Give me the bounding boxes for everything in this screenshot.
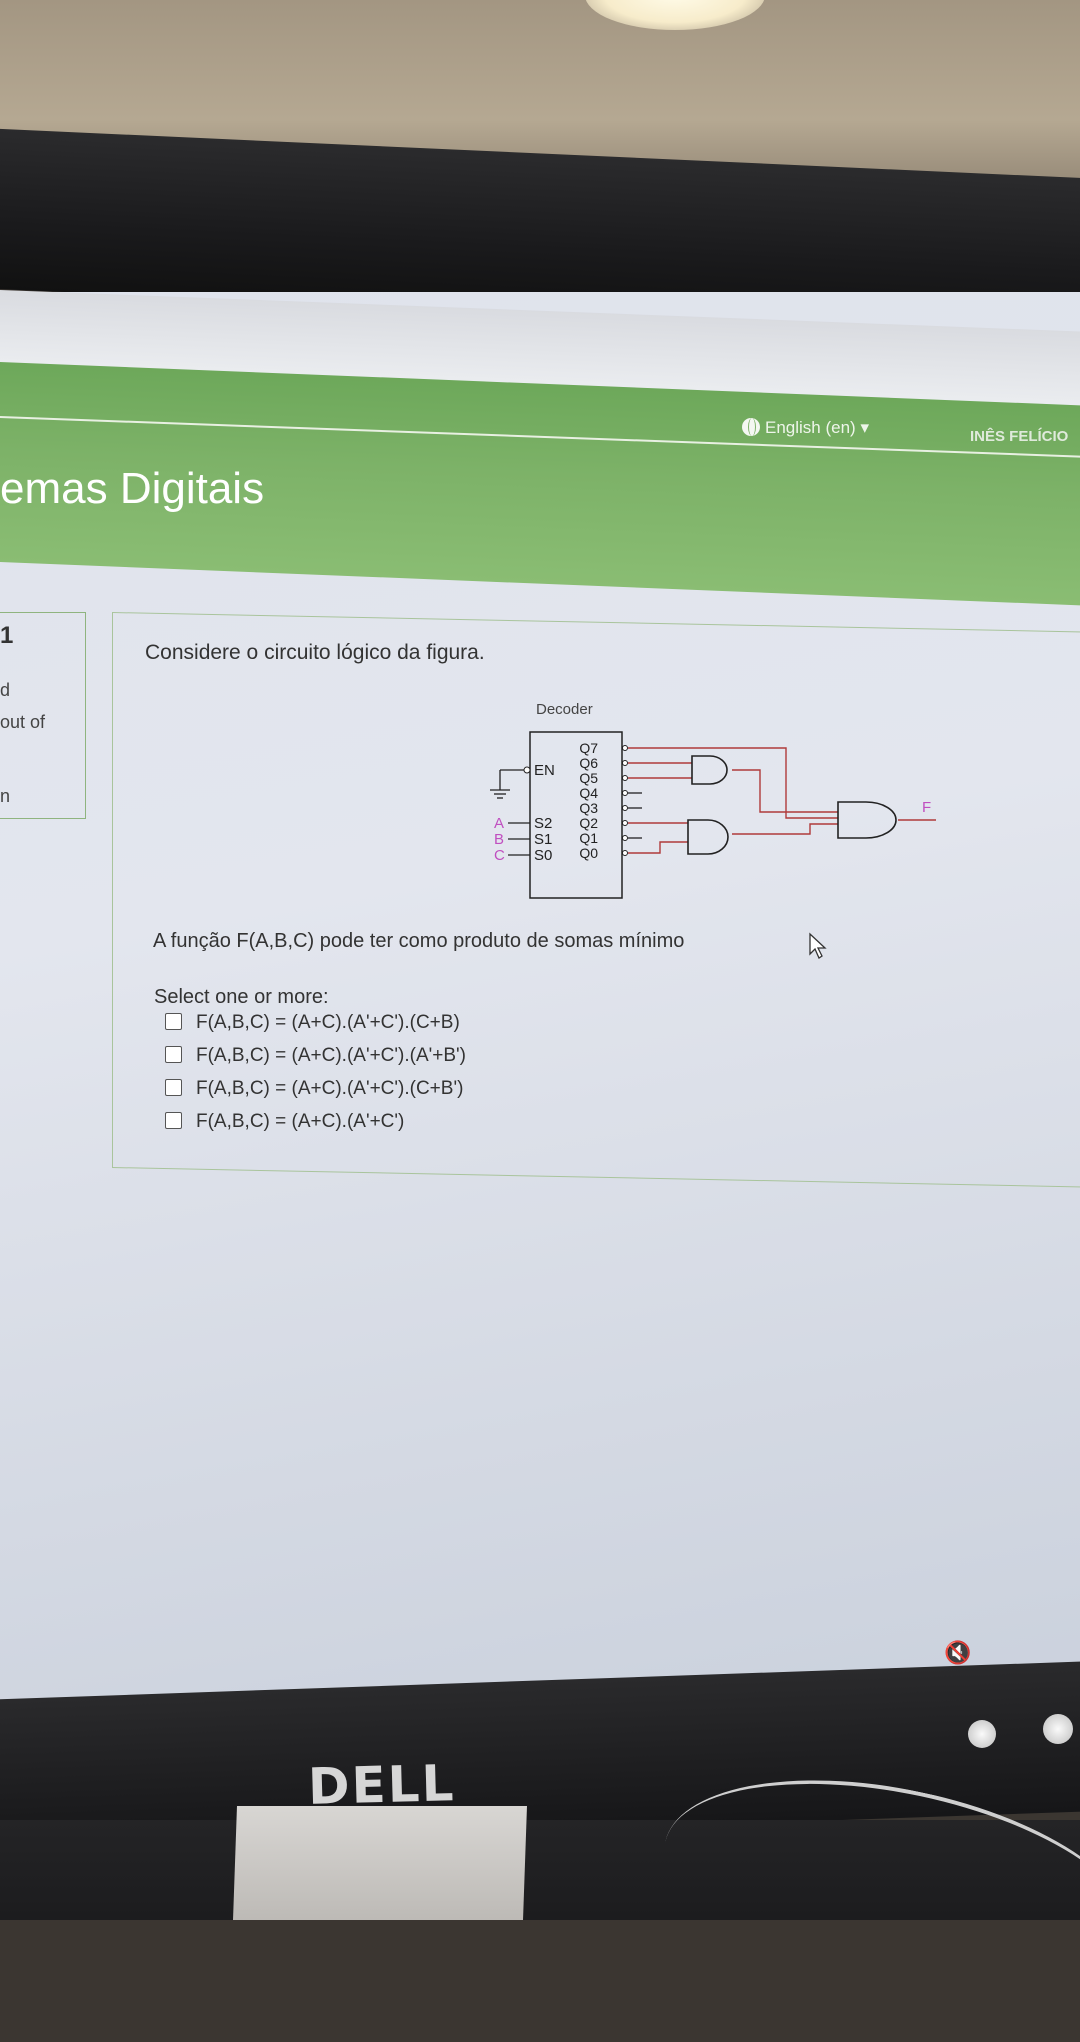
enable-label: EN [534,762,555,779]
decoder-title: Decoder [536,701,593,718]
monitor-stand [233,1806,527,1920]
question-marks: out of [0,712,46,732]
answer-option-2[interactable]: F(A,B,C) = (A+C).(A'+C').(A'+B') [165,1045,466,1067]
select-label-s1: S1 [534,831,552,848]
option-label: F(A,B,C) = (A+C).(A'+C').(C+B) [196,1012,460,1033]
circuit-wires [628,747,936,854]
select-instruction: Select one or more: [154,986,329,1008]
output-label-q0: Q0 [579,845,598,861]
output-label-q1: Q1 [579,830,598,846]
option-label: F(A,B,C) = (A+C).(A'+C').(A'+B') [196,1045,466,1066]
enable-bubble [523,766,531,774]
and-gate-2 [687,819,729,855]
output-bubbles [622,745,628,856]
output-label-q6: Q6 [579,755,598,771]
question-state: d [0,680,11,700]
select-label-s2: S2 [534,815,552,832]
select-label-s0: S0 [534,847,552,864]
monitor-button-icon[interactable] [968,1720,996,1748]
checkbox[interactable] [165,1013,182,1030]
output-label-f: F [922,799,931,816]
question-prompt: A função F(A,B,C) pode ter como produto … [153,930,685,952]
site-title: emas Digitais [0,464,265,513]
output-label-q4: Q4 [579,785,598,801]
language-label: English (en) [765,418,856,437]
and-gate-output [837,801,897,839]
option-label: F(A,B,C) = (A+C).(A'+C').(C+B') [196,1078,464,1099]
speaker-mute-icon[interactable]: 🔇 [944,1640,971,1666]
input-label-a: A [494,815,504,832]
option-label: F(A,B,C) = (A+C).(A'+C') [196,1111,405,1132]
question-number: 1 [0,622,14,649]
output-label-q5: Q5 [579,770,598,786]
output-label-q2: Q2 [579,815,598,831]
input-label-b: B [494,831,504,848]
input-label-c: C [494,847,505,864]
language-menu[interactable]: English (en) ▾ [742,418,869,438]
output-stubs [628,792,642,839]
mouse-pointer-icon [809,932,827,959]
output-label-q7: Q7 [579,740,598,756]
answer-option-4[interactable]: F(A,B,C) = (A+C).(A'+C') [165,1111,404,1133]
user-menu[interactable]: INÊS FELÍCIO [970,428,1068,445]
question-text: Considere o circuito lógico da figura. [145,641,485,664]
answer-option-3[interactable]: F(A,B,C) = (A+C).(A'+C').(C+B') [165,1078,463,1100]
globe-icon [742,418,760,436]
caret-down-icon: ▾ [860,418,869,437]
checkbox[interactable] [165,1112,182,1129]
output-label-q3: Q3 [579,800,598,816]
power-button-icon[interactable] [1043,1714,1073,1744]
circuit-diagram: Decoder EN S2 S1 S0 A B C Q7 Q6 Q5 Q4 Q3… [490,701,936,899]
answer-option-1[interactable]: F(A,B,C) = (A+C).(A'+C').(C+B) [165,1012,460,1034]
and-gate-1 [691,755,728,785]
checkbox[interactable] [165,1079,182,1096]
checkbox[interactable] [165,1046,182,1063]
flag-question-link[interactable]: n [0,786,10,807]
